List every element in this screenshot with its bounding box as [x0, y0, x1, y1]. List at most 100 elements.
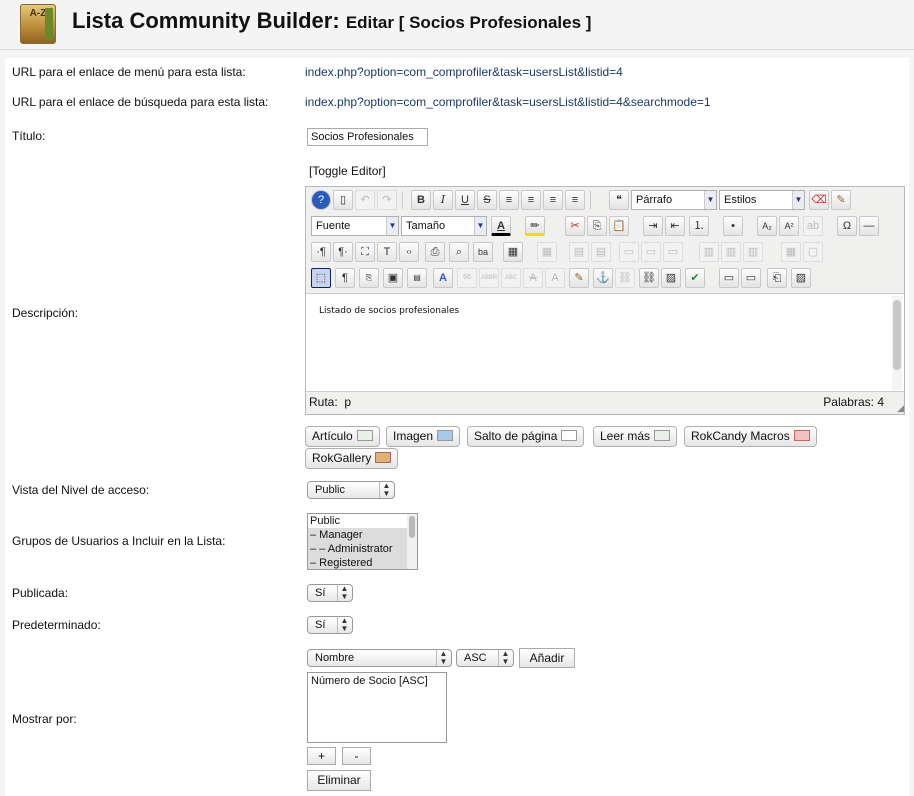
print-icon[interactable]: ⎙ [425, 242, 445, 262]
sort-list-item[interactable]: Número de Socio [ASC] [308, 673, 446, 689]
align-center-icon[interactable]: ≡ [521, 190, 541, 210]
row-before-icon[interactable]: ▤ [569, 242, 589, 262]
anchor-icon[interactable]: ⚓ [593, 268, 613, 288]
readmore-button[interactable]: Leer más [593, 426, 678, 447]
fullscreen-icon[interactable]: ⛶ [355, 242, 375, 262]
insert-pagebreak-icon[interactable]: ⎘ [359, 268, 379, 288]
toggle-editor-link[interactable]: [Toggle Editor] [309, 164, 386, 178]
text-color-icon[interactable]: A [491, 216, 511, 236]
styles-select[interactable]: Estilos ▼ [719, 190, 805, 210]
superscript-icon[interactable]: A² [779, 216, 799, 236]
groups-option[interactable]: – Registered [308, 556, 417, 569]
sort-listbox[interactable]: Número de Socio [ASC] [307, 672, 447, 743]
access-select[interactable]: Public ▲ ▼ [307, 481, 395, 499]
editor-content-area[interactable]: Listado de socios profesionales [306, 293, 904, 392]
cell-props-icon[interactable]: ▭ [641, 242, 661, 262]
spellchecker-icon[interactable]: ✔ [685, 268, 705, 288]
eraser-icon[interactable]: ⌫ [809, 190, 829, 210]
paste-text-icon[interactable]: T [377, 242, 397, 262]
insert-table-icon[interactable]: ▦ [503, 242, 523, 262]
published-select[interactable]: Sí ▲ ▼ [307, 584, 353, 602]
groups-option[interactable]: – – Administrator [308, 542, 417, 556]
bold-icon[interactable]: B [411, 190, 431, 210]
cut-icon[interactable]: ✂ [565, 216, 585, 236]
image-button[interactable]: Imagen [386, 426, 461, 447]
text-style-icon[interactable]: A [433, 268, 453, 288]
delete-col-icon[interactable]: ▥ [743, 242, 763, 262]
delete-table-icon[interactable]: ▦ [537, 242, 557, 262]
title-input[interactable]: Socios Profesionales [307, 128, 428, 146]
blockquote-icon[interactable]: ❝ [609, 190, 629, 210]
undo-icon[interactable]: ↶ [355, 190, 375, 210]
media-icon[interactable]: ▭ [741, 268, 761, 288]
visual-aid-icon[interactable]: ⬚ [311, 268, 331, 288]
row-after-icon[interactable]: ▤ [591, 242, 611, 262]
rtl-icon[interactable]: ¶· [333, 242, 353, 262]
row-props-icon[interactable]: ▭ [619, 242, 639, 262]
attributes-icon[interactable]: ✎ [569, 268, 589, 288]
add-sort-button[interactable]: Añadir [519, 648, 575, 668]
pagebreak-button[interactable]: Salto de página [467, 426, 585, 447]
sort-field-select[interactable]: Nombre ▲ ▼ [307, 649, 452, 667]
abbreviation-icon[interactable]: ABBR [479, 268, 499, 288]
align-left-icon[interactable]: ≡ [543, 190, 563, 210]
resize-grip-icon[interactable]: ◢ [892, 402, 904, 414]
preview-icon[interactable]: ⎗ [767, 268, 787, 288]
redo-icon[interactable]: ↷ [377, 190, 397, 210]
indent-icon[interactable]: ⇥ [643, 216, 663, 236]
image-icon[interactable]: ▨ [661, 268, 681, 288]
special-char-icon[interactable]: Ω [837, 216, 857, 236]
groups-option[interactable]: – Manager [308, 528, 417, 542]
template-icon[interactable]: ▭ [719, 268, 739, 288]
html-source-icon[interactable]: ‹› [399, 242, 419, 262]
new-document-icon[interactable]: ▯ [333, 190, 353, 210]
article-button[interactable]: Artículo [305, 426, 380, 447]
highlight-color-icon[interactable]: ✏ [525, 216, 545, 236]
col-after-icon[interactable]: ▥ [721, 242, 741, 262]
size-select[interactable]: Tamaño ▼ [401, 216, 487, 236]
show-blocks-icon[interactable]: ¶ [335, 268, 355, 288]
move-up-button[interactable]: + [307, 747, 336, 765]
col-before-icon[interactable]: ▥ [699, 242, 719, 262]
merge-cells-icon[interactable]: ▢ [803, 242, 823, 262]
sort-direction-select[interactable]: ASC ▲ ▼ [456, 649, 514, 667]
editor-path-value[interactable]: p [344, 395, 351, 409]
insert-layer-icon[interactable]: ▣ [383, 268, 403, 288]
ltr-icon[interactable]: ·¶ [311, 242, 331, 262]
delete-row-icon[interactable]: ▭ [663, 242, 683, 262]
copy-icon[interactable]: ⎘ [587, 216, 607, 236]
italic-icon[interactable]: I [433, 190, 453, 210]
underline-icon[interactable]: U [455, 190, 475, 210]
move-down-button[interactable]: - [342, 747, 371, 765]
format-select[interactable]: Párrafo ▼ [631, 190, 717, 210]
font-select[interactable]: Fuente ▼ [311, 216, 399, 236]
groups-scrollbar[interactable] [407, 514, 417, 569]
cleanup-brush-icon[interactable]: ✎ [831, 190, 851, 210]
unlink-icon[interactable]: ⛓ [615, 268, 635, 288]
outdent-icon[interactable]: ⇤ [665, 216, 685, 236]
split-cells-icon[interactable]: ▦ [781, 242, 801, 262]
rokcandy-button[interactable]: RokCandy Macros [684, 426, 817, 447]
groups-option[interactable]: Public [308, 514, 417, 528]
style-props-icon[interactable]: ▤ [407, 268, 427, 288]
subscript-icon[interactable]: A₂ [757, 216, 777, 236]
numbered-list-icon[interactable]: ⒈ [689, 216, 709, 236]
remove-sort-button[interactable]: Eliminar [307, 770, 371, 791]
bullet-list-icon[interactable]: • [723, 216, 743, 236]
replace-icon[interactable]: ba [473, 242, 493, 262]
horizontal-rule-icon[interactable]: — [859, 216, 879, 236]
align-justify-icon[interactable]: ≡ [499, 190, 519, 210]
spellcheck-icon[interactable]: ab [803, 216, 823, 236]
cite-icon[interactable]: 66 [457, 268, 477, 288]
default-select[interactable]: Sí ▲ ▼ [307, 616, 353, 634]
deletion-icon[interactable]: A [523, 268, 543, 288]
acronym-icon[interactable]: ABC [501, 268, 521, 288]
insert-image-icon[interactable]: ▨ [791, 268, 811, 288]
editor-scrollbar[interactable] [892, 296, 902, 390]
insertion-icon[interactable]: A [545, 268, 565, 288]
groups-listbox[interactable]: Public – Manager – – Administrator – Reg… [307, 513, 418, 570]
link-icon[interactable]: ⛓ [639, 268, 659, 288]
paste-icon[interactable]: 📋 [609, 216, 629, 236]
help-icon[interactable]: ? [311, 190, 331, 210]
editor-content-text[interactable]: Listado de socios profesionales [319, 306, 459, 316]
